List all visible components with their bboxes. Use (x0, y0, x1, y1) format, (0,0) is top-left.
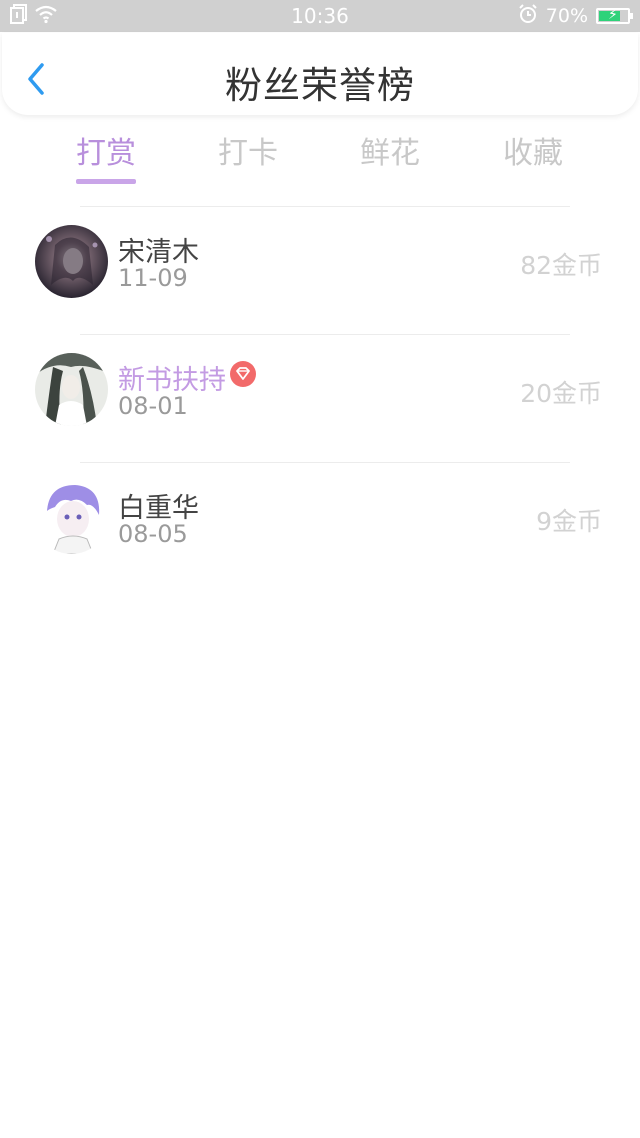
status-bar: 10:36 70% ⚡ (0, 0, 640, 32)
list-item[interactable]: 白重华 08-05 9金币 (0, 462, 640, 590)
avatar (35, 225, 108, 298)
list-item-amount: 9金币 (536, 507, 602, 536)
tab-checkin[interactable]: 打卡 (188, 128, 308, 186)
tab-favorites[interactable]: 收藏 (473, 128, 593, 186)
battery-icon: ⚡ (596, 7, 633, 24)
battery-percent: 70% (545, 5, 588, 27)
list-item-date: 08-01 (118, 392, 188, 420)
charging-bolt-icon: ⚡ (608, 7, 618, 23)
tab-reward[interactable]: 打赏 (46, 128, 166, 186)
avatar (35, 481, 108, 554)
list-item[interactable]: 新书扶持 08-01 20金币 (0, 334, 640, 462)
diamond-badge-icon (230, 361, 256, 387)
tab-flowers[interactable]: 鲜花 (330, 128, 450, 186)
list-item-date: 08-05 (118, 520, 188, 548)
active-tab-indicator (76, 179, 136, 184)
page-title: 粉丝荣誉榜 (225, 64, 415, 107)
status-right-icons: 70% ⚡ (518, 3, 633, 29)
list-item-date: 11-09 (118, 264, 188, 292)
list-item[interactable]: 宋清木 11-09 82金币 (0, 206, 640, 334)
list-item-amount: 20金币 (520, 379, 602, 408)
nav-bar: 粉丝荣誉榜 (2, 33, 638, 115)
list-item-amount: 82金币 (520, 251, 602, 280)
alarm-icon (518, 3, 538, 29)
avatar (35, 353, 108, 426)
page: 10:36 70% ⚡ 粉丝荣誉榜 打赏 打卡 鲜花 收藏 宋清木 11-09 … (0, 0, 640, 1138)
